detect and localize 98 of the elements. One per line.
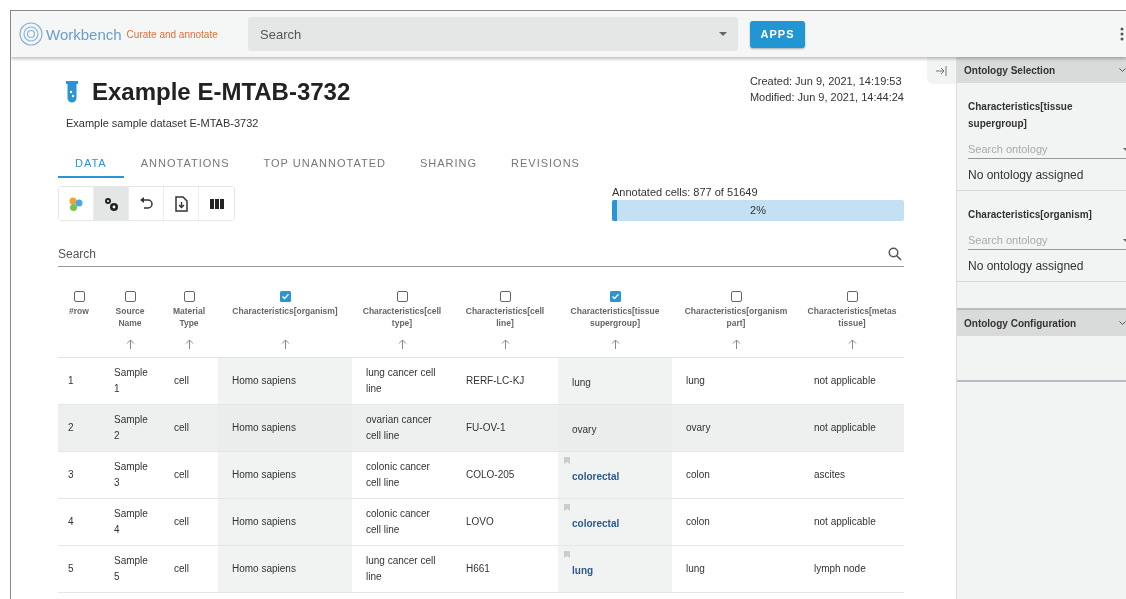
table-cell: not applicable bbox=[800, 404, 904, 452]
table-cell: lung cancer cell line bbox=[352, 357, 452, 405]
table-cell: Homo sapiens bbox=[218, 498, 352, 546]
ontology-status: No ontology assigned bbox=[968, 167, 1085, 184]
section-header[interactable]: Ontology Configuration bbox=[957, 310, 1126, 336]
checkbox[interactable] bbox=[499, 291, 511, 302]
checkbox[interactable] bbox=[279, 291, 291, 302]
column-header[interactable]: Material Type bbox=[166, 305, 212, 329]
table-cell: Sample 3 bbox=[100, 451, 160, 499]
settings-icon bbox=[103, 195, 119, 212]
field-label: Characteristics[tissue supergroup] bbox=[968, 100, 1074, 131]
table-cell: not applicable bbox=[800, 498, 904, 546]
table-cell: colon bbox=[672, 498, 800, 546]
created-date: Created: Jun 9, 2021, 14:19:53 bbox=[749, 74, 903, 89]
table-cell: cell bbox=[160, 404, 218, 452]
tab[interactable]: TOP UNANNOTATED bbox=[246, 151, 403, 178]
table-cell: 5 bbox=[58, 545, 100, 593]
table-cell: lung bbox=[672, 545, 800, 593]
sort-arrow-icon[interactable] bbox=[847, 339, 857, 349]
logo-icon bbox=[19, 22, 43, 46]
ontology-search-field[interactable]: Search ontology bbox=[968, 234, 1122, 246]
tab[interactable]: SHARING bbox=[402, 151, 495, 178]
table-cell: Homo sapiens bbox=[218, 404, 352, 452]
column-header[interactable]: Source Name bbox=[106, 305, 154, 329]
annotated-cells-label: Annotated cells: 877 of 51649 bbox=[612, 186, 759, 198]
table-cell: lymph node bbox=[800, 545, 904, 593]
dataset-description: Example sample dataset E-MTAB-3732 bbox=[66, 117, 260, 129]
settings-button[interactable] bbox=[94, 187, 129, 220]
tab[interactable]: REVISIONS bbox=[494, 151, 597, 178]
table-cell: Homo sapiens bbox=[218, 545, 352, 593]
column-header[interactable]: Characteristics[cell line] bbox=[458, 305, 552, 329]
table-cell: FU-OV-1 bbox=[452, 404, 558, 452]
checkbox[interactable] bbox=[609, 291, 621, 302]
table-cell: not applicable bbox=[800, 357, 904, 405]
apps-button[interactable]: APPS bbox=[750, 20, 805, 48]
caret-icon bbox=[718, 31, 728, 37]
test-tube-icon bbox=[66, 81, 78, 103]
table-cell: Homo sapiens bbox=[218, 357, 352, 405]
sort-arrow-icon[interactable] bbox=[397, 339, 407, 349]
checkbox[interactable] bbox=[124, 291, 136, 302]
section-header[interactable]: Ontology Selection bbox=[957, 57, 1126, 83]
sort-arrow-icon[interactable] bbox=[731, 339, 741, 349]
column-header[interactable]: Characteristics[cell type] bbox=[358, 305, 446, 329]
table-cell: lung bbox=[572, 377, 591, 388]
more-menu-icon[interactable] bbox=[1120, 27, 1124, 41]
chevron-icon bbox=[1119, 67, 1126, 73]
table-cell: ascites bbox=[800, 451, 904, 499]
tab[interactable]: ANNOTATIONS bbox=[123, 151, 247, 178]
table-cell: Sample 2 bbox=[100, 404, 160, 452]
chevron-icon bbox=[1119, 320, 1126, 326]
sort-arrow-icon[interactable] bbox=[280, 339, 290, 349]
column-header[interactable]: Characteristics[organism] bbox=[224, 305, 346, 329]
bookmark-icon bbox=[564, 457, 570, 464]
table-cell: ovarian cancer cell line bbox=[352, 404, 452, 452]
tagline: Curate and annotate bbox=[126, 28, 218, 40]
table-cell: 4 bbox=[58, 498, 100, 546]
column-header[interactable]: Characteristics[organism part] bbox=[678, 305, 794, 329]
table-cell: Sample 1 bbox=[100, 357, 160, 405]
checkbox[interactable] bbox=[183, 291, 195, 302]
ontology-status: No ontology assigned bbox=[968, 258, 1085, 275]
table-cell: lung cancer cell line bbox=[352, 545, 452, 593]
checkbox[interactable] bbox=[730, 291, 742, 302]
collapse-arrow-icon bbox=[936, 65, 947, 76]
color-dots-button[interactable] bbox=[59, 187, 94, 220]
table-cell: ovary bbox=[672, 404, 800, 452]
table-cell: Sample 4 bbox=[100, 498, 160, 546]
file-download-icon bbox=[173, 195, 189, 212]
field-label: Characteristics[organism] bbox=[968, 208, 1093, 222]
modified-date: Modified: Jun 9, 2021, 14:44:24 bbox=[749, 90, 904, 105]
table-cell: 1 bbox=[58, 357, 100, 405]
color-dots-icon bbox=[68, 195, 84, 212]
checkbox[interactable] bbox=[396, 291, 408, 302]
table-cell: 2 bbox=[58, 404, 100, 452]
bookmark-icon bbox=[564, 551, 570, 558]
column-header[interactable]: Characteristics[metas tissue] bbox=[806, 305, 898, 329]
checkbox[interactable] bbox=[73, 291, 85, 302]
sort-arrow-icon[interactable] bbox=[184, 339, 194, 349]
table-cell: colonic cancer cell line bbox=[352, 498, 452, 546]
table-cell: 3 bbox=[58, 451, 100, 499]
table-cell: lung bbox=[672, 357, 800, 405]
table-cell: colonic cancer cell line bbox=[352, 451, 452, 499]
search-icon[interactable] bbox=[888, 247, 902, 261]
table-cell: ovary bbox=[572, 424, 597, 435]
table-cell: colon bbox=[672, 451, 800, 499]
sort-arrow-icon[interactable] bbox=[610, 339, 620, 349]
sort-arrow-icon[interactable] bbox=[500, 339, 510, 349]
column-header[interactable]: Characteristics[tissue supergroup] bbox=[564, 305, 666, 329]
table-cell: Homo sapiens bbox=[218, 451, 352, 499]
column-header[interactable]: #row bbox=[64, 305, 94, 329]
table-cell: Sample 5 bbox=[100, 545, 160, 593]
dataset-title: Example E-MTAB-3732 bbox=[92, 78, 351, 106]
ontology-search-field[interactable]: Search ontology bbox=[968, 143, 1122, 155]
bookmark-icon bbox=[564, 504, 570, 511]
progress-percent: 2% bbox=[749, 204, 767, 216]
checkbox[interactable] bbox=[846, 291, 858, 302]
sort-arrow-icon[interactable] bbox=[125, 339, 135, 349]
undo-icon bbox=[138, 195, 154, 212]
tab[interactable]: DATA bbox=[58, 151, 124, 178]
